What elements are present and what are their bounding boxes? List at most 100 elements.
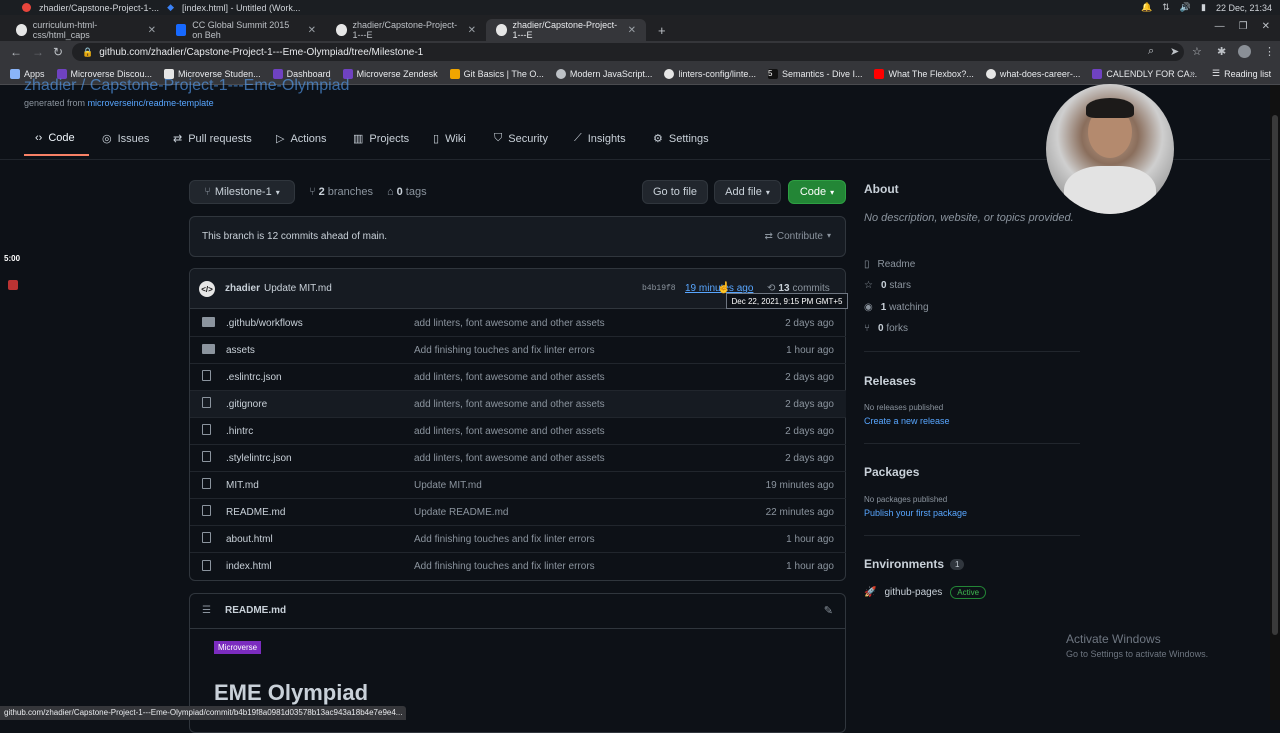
branch-select[interactable]: ⑂ Milestone-1 ▾ [189,180,295,204]
browser-tab-active[interactable]: zhadier/Capstone-Project-1---E ✕ [486,19,646,41]
packages-heading[interactable]: Packages [864,465,919,479]
create-release-link[interactable]: Create a new release [864,416,950,426]
close-icon[interactable]: ✕ [628,25,636,36]
bookmark-item[interactable]: 5 Semantics - Dive I... [767,68,862,79]
file-commit-message[interactable]: add linters, font awesome and other asse… [414,318,605,329]
browser-tab[interactable]: CC Global Summit 2015 on Beh ✕ [166,19,326,41]
go-to-file-button[interactable]: Go to file [642,180,708,204]
file-name[interactable]: .github/workflows [226,318,303,329]
table-row[interactable]: .gitignore add linters, font awesome and … [190,391,846,418]
record-stop-icon[interactable] [8,280,18,290]
branches-link[interactable]: ⑂ 2 branches [309,186,373,198]
environment-item[interactable]: 🚀 github-pages Active [864,586,987,599]
list-icon[interactable]: ☰ [202,605,211,616]
browser-tab[interactable]: curriculum-html-css/html_caps ✕ [6,19,166,41]
file-name[interactable]: MIT.md [226,480,259,491]
tab-wiki[interactable]: ▯ Wiki [433,132,466,146]
file-name[interactable]: assets [226,345,255,356]
tab-settings[interactable]: ⚙ Settings [653,132,709,146]
commit-sha[interactable]: b4b19f8 [642,284,676,293]
forks-link[interactable]: ⑂ 0 forks [864,323,908,334]
more-bookmarks-icon[interactable]: » [1190,68,1195,78]
table-row[interactable]: .stylelintrc.json add linters, font aweso… [190,445,846,472]
commit-message[interactable]: Update MIT.md [264,283,332,294]
network-icon[interactable]: ⇅ [1162,2,1170,13]
file-commit-message[interactable]: Add finishing touches and fix linter err… [414,534,595,545]
browser-tab[interactable]: zhadier/Capstone-Project-1---E ✕ [326,19,486,41]
watching-link[interactable]: ◉ 1 watching [864,302,929,313]
battery-icon[interactable]: ▮ [1201,2,1206,13]
reading-list-button[interactable]: ☰ Reading list [1212,68,1271,79]
file-name[interactable]: .eslintrc.json [226,372,282,383]
tab-security[interactable]: ⛉ Security [494,132,548,145]
file-name[interactable]: about.html [226,534,273,545]
tab-issues[interactable]: ◎ Issues [102,132,149,146]
add-file-button[interactable]: Add file ▾ [714,180,781,204]
maximize-icon[interactable]: ❐ [1239,21,1248,32]
forward-icon[interactable]: → [32,45,44,59]
table-row[interactable]: index.html Add finishing touches and fix … [190,553,846,580]
file-commit-message[interactable]: Add finishing touches and fix linter err… [414,561,595,572]
repo-title[interactable]: zhadier / Capstone-Project-1---Eme-Olymp… [24,77,349,95]
contribute-button[interactable]: ⇄ Contribute ▾ [764,231,831,242]
tab-actions[interactable]: ▷ Actions [276,132,327,146]
bookmark-item[interactable]: CALENDLY FOR CA... [1092,68,1197,79]
close-icon[interactable]: ✕ [468,25,476,36]
bookmark-item[interactable]: what-does-career-... [985,68,1080,79]
zoom-icon[interactable]: ⌕ [1148,45,1154,58]
file-commit-message[interactable]: add linters, font awesome and other asse… [414,453,605,464]
bookmark-item[interactable]: What The Flexbox?... [874,68,974,79]
reload-icon[interactable]: ↻ [53,45,63,59]
table-row[interactable]: MIT.md Update MIT.md 19 minutes ago [190,472,846,499]
table-row[interactable]: about.html Add finishing touches and fix … [190,526,846,553]
environment-name[interactable]: github-pages [884,587,942,598]
pencil-icon[interactable]: ✎ [824,604,833,617]
os-task-browser[interactable]: zhadier/Capstone-Project-1-... [39,3,159,13]
file-name[interactable]: .stylelintrc.json [226,453,292,464]
close-icon[interactable]: ✕ [308,25,316,36]
readme-filename[interactable]: README.md [225,605,286,616]
tab-pull-requests[interactable]: ⇄ Pull requests [173,132,252,146]
table-row[interactable]: .eslintrc.json add linters, font awesome … [190,364,846,391]
table-row[interactable]: .github/workflows add linters, font aweso… [190,310,846,337]
publish-package-link[interactable]: Publish your first package [864,508,967,518]
close-window-icon[interactable]: ✕ [1262,21,1270,32]
template-link[interactable]: microverseinc/readme-template [88,98,214,108]
scrollbar-track[interactable] [1270,85,1280,720]
file-name[interactable]: index.html [226,561,272,572]
commit-author[interactable]: zhadier [225,283,260,294]
url-bar[interactable]: 🔒 github.com/zhadier/Capstone-Project-1-… [72,43,1184,61]
tab-projects[interactable]: ▥ Projects [353,132,409,146]
table-row[interactable]: .hintrc add linters, font awesome and oth… [190,418,846,445]
table-row[interactable]: assets Add finishing touches and fix lint… [190,337,846,364]
table-row[interactable]: README.md Update README.md 22 minutes ago [190,499,846,526]
star-icon[interactable]: ☆ [1192,45,1202,58]
file-commit-message[interactable]: Update README.md [414,507,508,518]
file-name[interactable]: .gitignore [226,399,267,410]
file-commit-message[interactable]: add linters, font awesome and other asse… [414,372,605,383]
file-commit-message[interactable]: add linters, font awesome and other asse… [414,426,605,437]
vscode-icon[interactable]: ◆ [167,2,174,13]
author-avatar[interactable]: </> [199,281,215,297]
bell-icon[interactable]: 🔔 [1141,2,1152,13]
back-icon[interactable]: ← [10,45,22,59]
menu-icon[interactable]: ⋮ [1264,45,1275,58]
releases-heading[interactable]: Releases [864,374,916,388]
os-task-editor[interactable]: [index.html] - Untitled (Work... [182,3,300,13]
extensions-icon[interactable]: ✱ [1217,45,1226,58]
tab-code[interactable]: ‹› Code [35,132,75,144]
scrollbar-thumb[interactable] [1272,115,1278,635]
bookmark-item[interactable]: linters-config/linte... [664,68,756,79]
file-commit-message[interactable]: Update MIT.md [414,480,482,491]
code-button[interactable]: Code ▾ [788,180,846,204]
new-tab-button[interactable]: + [648,19,676,41]
minimize-icon[interactable]: — [1215,21,1225,32]
stars-link[interactable]: ☆ 0 stars [864,280,911,291]
file-name[interactable]: README.md [226,507,285,518]
readme-link[interactable]: ▯ Readme [864,259,915,270]
chrome-icon[interactable] [22,3,31,12]
close-icon[interactable]: ✕ [148,25,156,36]
volume-icon[interactable]: 🔊 [1180,2,1191,13]
bookmark-item[interactable]: Microverse Zendesk [342,68,438,79]
bookmark-item[interactable]: Git Basics | The O... [449,68,544,79]
